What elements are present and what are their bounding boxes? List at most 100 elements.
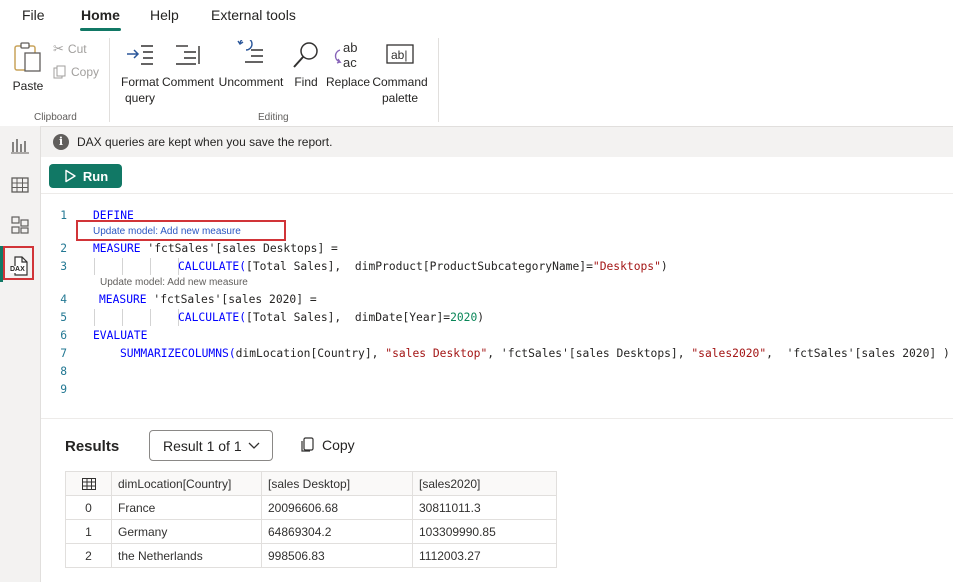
string-literal: "sales Desktop"	[385, 347, 488, 360]
line-number: 4	[60, 293, 67, 306]
measure-definition: 'fctSales'[sales Desktops] =	[140, 242, 338, 255]
cut-button[interactable]: ✂ Cut	[53, 41, 87, 57]
menu-help[interactable]: Help	[150, 7, 179, 23]
dax-query-view-icon[interactable]: DAX	[9, 255, 31, 277]
uncomment-label: Uncomment	[218, 75, 284, 89]
command-palette-label: Command palette	[372, 75, 428, 105]
comment-label: Comment	[161, 75, 214, 89]
group-divider	[438, 38, 439, 122]
line-number: 2	[60, 242, 67, 255]
number-literal: 2020	[450, 311, 478, 324]
string-literal: "Desktops"	[592, 260, 661, 273]
menu-bar: File Home Help External tools	[0, 0, 953, 32]
run-button[interactable]: Run	[49, 164, 122, 188]
uncomment-button[interactable]: Uncomment	[216, 40, 286, 90]
indent-guide	[150, 309, 151, 326]
search-icon	[293, 42, 318, 68]
string-literal: "sales2020"	[691, 347, 767, 360]
copy-results-button[interactable]: Copy	[300, 437, 355, 453]
play-icon	[65, 169, 76, 183]
column-header[interactable]: [sales2020]	[412, 471, 557, 496]
table-row: 1 Germany 64869304.2 103309990.85	[65, 519, 557, 544]
view-rail: DAX	[0, 126, 41, 582]
function-summarizecolumns: SUMMARIZECOLUMNS(	[120, 347, 236, 360]
indent-guide	[150, 258, 151, 275]
code-line-6: EVALUATE	[93, 329, 147, 342]
row-index: 2	[65, 543, 112, 568]
table-cell: 30811011.3	[412, 495, 557, 520]
results-title: Results	[65, 438, 120, 455]
ribbon: Paste ✂ Cut Copy Clipboard Format query …	[0, 32, 953, 127]
replace-button[interactable]: ab ac Replace	[326, 40, 370, 90]
chevron-down-icon	[248, 442, 260, 449]
divider	[41, 193, 953, 194]
info-icon: i	[53, 134, 69, 150]
command-palette-icon: ab|	[386, 44, 414, 64]
keyword-measure: MEASURE	[93, 242, 141, 255]
table-cell: 64869304.2	[261, 519, 413, 544]
replace-label: Replace	[326, 75, 371, 89]
copy-icon	[53, 65, 66, 79]
menu-home[interactable]: Home	[81, 7, 120, 23]
paste-button[interactable]: Paste	[10, 40, 46, 94]
result-selector-value: Result 1 of 1	[163, 438, 242, 454]
table-cell: France	[111, 495, 262, 520]
model-view-icon[interactable]	[9, 214, 31, 236]
info-banner: i DAX queries are kept when you save the…	[41, 127, 953, 157]
table-row: 2 the Netherlands 998506.83 1112003.27	[65, 543, 557, 568]
column-header[interactable]: [sales Desktop]	[261, 471, 413, 496]
dax-label: DAX	[10, 266, 25, 273]
scissors-icon: ✂	[53, 41, 64, 56]
svg-text:ab|: ab|	[391, 48, 407, 62]
table-cell: 1112003.27	[412, 543, 557, 568]
table-cell: 998506.83	[261, 543, 413, 568]
result-selector[interactable]: Result 1 of 1	[149, 430, 273, 461]
comment-button[interactable]: Comment	[160, 40, 216, 90]
column-header[interactable]: dimLocation[Country]	[111, 471, 262, 496]
code-text: [Total Sales], dimDate[Year]=	[246, 311, 451, 324]
table-cell: the Netherlands	[111, 543, 262, 568]
code-text: dimLocation[Country],	[235, 347, 386, 360]
format-query-button[interactable]: Format query	[118, 40, 162, 106]
active-menu-indicator	[80, 28, 121, 31]
code-text: [Total Sales], dimProduct[ProductSubcate…	[246, 260, 593, 273]
codelens-highlight	[76, 220, 286, 241]
menu-external-tools[interactable]: External tools	[211, 7, 296, 23]
cut-label: Cut	[67, 42, 87, 56]
update-model-codelens-2[interactable]: Update model: Add new measure	[100, 277, 248, 288]
results-table: dimLocation[Country] [sales Desktop] [sa…	[65, 471, 557, 568]
svg-text:ac: ac	[343, 55, 357, 70]
comment-icon	[176, 45, 200, 65]
divider	[41, 418, 953, 419]
menu-file[interactable]: File	[22, 7, 45, 23]
function-calculate: CALCULATE(	[178, 311, 247, 324]
table-cell: Germany	[111, 519, 262, 544]
command-palette-button[interactable]: ab| Command palette	[370, 40, 430, 106]
find-label: Find	[294, 75, 318, 89]
find-button[interactable]: Find	[290, 40, 322, 90]
report-view-icon[interactable]	[9, 134, 31, 156]
table-cell: 103309990.85	[412, 519, 557, 544]
copy-results-label: Copy	[322, 437, 355, 453]
row-index: 0	[65, 495, 112, 520]
code-line-4: MEASURE 'fctSales'[sales 2020] =	[99, 293, 317, 306]
code-line-5: CALCULATE([Total Sales], dimDate[Year]=2…	[178, 311, 484, 324]
svg-text:ab: ab	[343, 40, 357, 55]
format-query-label: Format query	[120, 75, 159, 105]
line-number: 7	[60, 347, 67, 360]
info-text: DAX queries are kept when you save the r…	[77, 135, 333, 149]
code-line-3: CALCULATE([Total Sales], dimProduct[Prod…	[178, 260, 668, 273]
copy-icon	[301, 437, 314, 452]
indent-guide	[122, 258, 123, 275]
editing-group-label: Editing	[258, 112, 289, 123]
code-text: , 'fctSales'[sales 2020] )	[766, 347, 950, 360]
table-header-row: dimLocation[Country] [sales Desktop] [sa…	[65, 471, 557, 496]
table-view-icon[interactable]	[9, 174, 31, 196]
code-line-7: SUMMARIZECOLUMNS(dimLocation[Country], "…	[120, 347, 950, 360]
keyword-measure: MEASURE	[99, 293, 147, 306]
line-number: 9	[60, 383, 67, 396]
copy-ribbon-button[interactable]: Copy	[53, 65, 99, 79]
code-line-2: MEASURE 'fctSales'[sales Desktops] =	[93, 242, 338, 255]
code-text: )	[477, 311, 485, 324]
measure-definition: 'fctSales'[sales 2020] =	[146, 293, 317, 306]
